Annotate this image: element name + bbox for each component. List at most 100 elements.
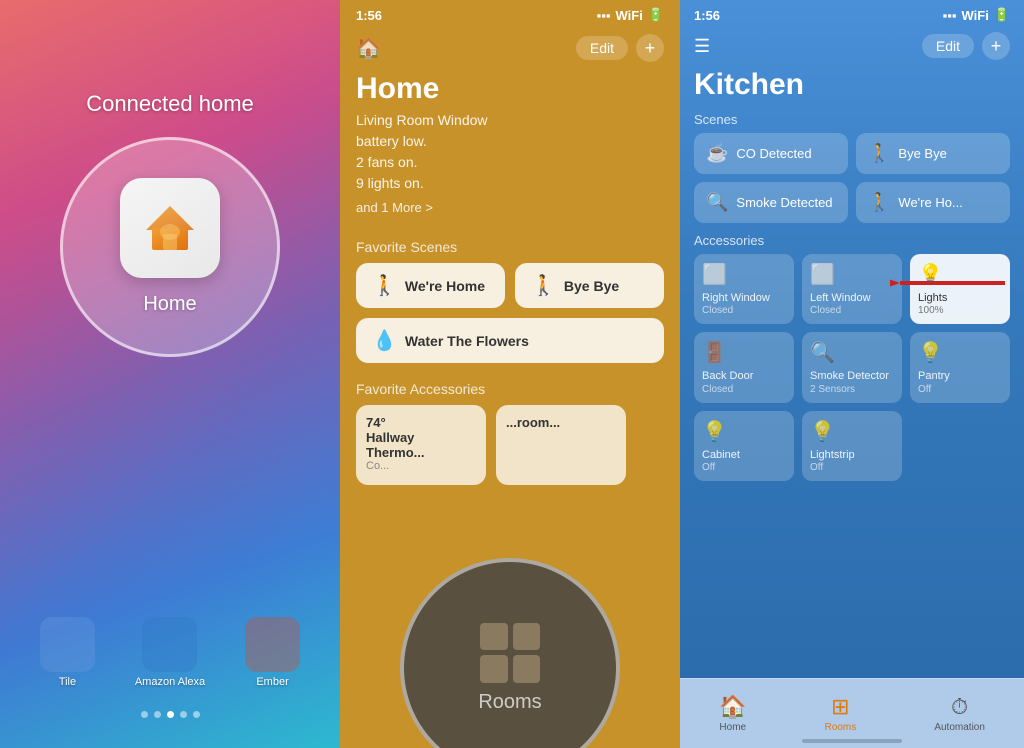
- add-button-2[interactable]: +: [636, 34, 664, 62]
- smoke-detector-sub: 2 Sensors: [810, 384, 894, 395]
- scene-water-flowers[interactable]: 💧 Water The Flowers: [356, 318, 664, 363]
- nav-rooms[interactable]: ⊞ Rooms: [825, 694, 857, 733]
- wifi-icon-3: WiFi: [961, 8, 988, 23]
- acc-smoke-detector[interactable]: 🔍 Smoke Detector 2 Sensors: [802, 332, 902, 402]
- menu-icon[interactable]: ☰: [694, 36, 710, 57]
- acc-hallway-temp: 74°: [366, 415, 476, 430]
- water-flowers-icon: 💧: [372, 328, 397, 353]
- alexa-app-icon: [142, 617, 197, 672]
- scenes-row-2: 💧 Water The Flowers: [340, 318, 680, 373]
- rooms-label: Rooms: [478, 691, 541, 714]
- scene-bye-bye[interactable]: 🚶 Bye Bye: [515, 263, 664, 308]
- pantry-icon: 💡: [918, 340, 1002, 365]
- acc-right-window[interactable]: ⬜ Right Window Closed: [694, 254, 794, 324]
- battery-icon: 🔋: [648, 7, 664, 23]
- panel-kitchen: 1:56 ▪▪▪ WiFi 🔋 ☰ Edit + Kitchen Scenes …: [680, 0, 1024, 748]
- smoke-detected-label: Smoke Detected: [736, 195, 832, 210]
- home-nav-icon: 🏠: [356, 36, 381, 61]
- acc-hallway-sub: Co...: [366, 460, 476, 472]
- lightstrip-name: Lightstrip: [810, 448, 894, 462]
- lightstrip-sub: Off: [810, 462, 894, 473]
- favorite-accessories-label: Favorite Accessories: [340, 373, 680, 405]
- left-window-name: Left Window: [810, 291, 894, 305]
- acc-hallway-name: Hallway Thermo...: [366, 430, 476, 460]
- ember-app-icon: [245, 617, 300, 672]
- signal-icon-3: ▪▪▪: [943, 8, 957, 23]
- status-bar-2: 1:56 ▪▪▪ WiFi 🔋: [340, 0, 680, 30]
- home-app-icon[interactable]: [120, 178, 220, 278]
- nav-rooms-icon: ⊞: [831, 694, 849, 720]
- cabinet-sub: Off: [702, 462, 786, 473]
- page-dots: [0, 711, 340, 718]
- acc-room-name: ...room...: [506, 415, 616, 430]
- smoke-detector-icon: 🔍: [810, 340, 894, 365]
- favorite-scenes-label: Favorite Scenes: [340, 231, 680, 263]
- add-button-3[interactable]: +: [982, 32, 1010, 60]
- pantry-name: Pantry: [918, 369, 1002, 383]
- rooms-icon-container: [480, 623, 540, 683]
- panel-iphone-home: Connected home: [0, 0, 340, 748]
- accessories-row: 74° Hallway Thermo... Co... ...room...: [340, 405, 680, 485]
- acc-lightstrip[interactable]: 💡 Lightstrip Off: [802, 411, 902, 481]
- dock-item-alexa[interactable]: Amazon Alexa: [135, 617, 205, 688]
- alexa-label: Amazon Alexa: [135, 676, 205, 688]
- scene-bye-bye-3[interactable]: 🚶 Bye Bye: [856, 133, 1010, 174]
- tile-label: Tile: [59, 676, 76, 688]
- acc-back-door[interactable]: 🚪 Back Door Closed: [694, 332, 794, 402]
- edit-button-3[interactable]: Edit: [922, 34, 974, 58]
- acc-pantry[interactable]: 💡 Pantry Off: [910, 332, 1010, 402]
- edit-button-2[interactable]: Edit: [576, 36, 628, 60]
- back-door-name: Back Door: [702, 369, 786, 383]
- connected-home-label: Connected home: [86, 91, 254, 117]
- status-icons-2: ▪▪▪ WiFi 🔋: [597, 7, 664, 23]
- home-app-header: 🏠 Edit +: [340, 30, 680, 72]
- subtitle-line1: Living Room Window: [356, 112, 488, 128]
- scene-were-home-3[interactable]: 🚶 We're Ho...: [856, 182, 1010, 223]
- acc-cabinet[interactable]: 💡 Cabinet Off: [694, 411, 794, 481]
- dock-item-ember[interactable]: Ember: [245, 617, 300, 688]
- dot-3: [167, 711, 174, 718]
- rooms-tile-1: [480, 623, 508, 651]
- wifi-icon: WiFi: [615, 8, 642, 23]
- bottom-navigation: 🏠 Home ⊞ Rooms ⏱ Automation: [680, 678, 1024, 748]
- app-dock: Tile Amazon Alexa Ember: [0, 617, 340, 688]
- nav-home[interactable]: 🏠 Home: [719, 694, 746, 733]
- smoke-detected-icon: 🔍: [706, 192, 728, 213]
- smoke-detector-name: Smoke Detector: [810, 369, 894, 383]
- nav-automation-label: Automation: [934, 722, 985, 733]
- kitchen-scenes-label: Scenes: [680, 108, 1024, 133]
- dot-5: [193, 711, 200, 718]
- water-flowers-label: Water The Flowers: [405, 333, 529, 349]
- home-screen-content: Connected home: [0, 0, 340, 449]
- home-app-label: Home: [143, 293, 196, 316]
- scene-were-home[interactable]: 🚶 We're Home: [356, 263, 505, 308]
- back-door-icon: 🚪: [702, 340, 786, 365]
- home-indicator: [802, 739, 902, 743]
- nav-automation[interactable]: ⏱ Automation: [934, 694, 985, 733]
- bye-bye-3-label: Bye Bye: [898, 146, 946, 161]
- acc-left-window[interactable]: ⬜ Left Window Closed: [802, 254, 902, 324]
- status-icons-3: ▪▪▪ WiFi 🔋: [943, 7, 1010, 23]
- red-arrow: [890, 268, 1010, 303]
- acc-card-hallway[interactable]: 74° Hallway Thermo... Co...: [356, 405, 486, 485]
- rooms-circle-overlay[interactable]: Rooms: [400, 558, 620, 748]
- scenes-row-1: 🚶 We're Home 🚶 Bye Bye: [340, 263, 680, 318]
- were-home-3-icon: 🚶: [868, 192, 890, 213]
- subtitle-line4: 9 lights on.: [356, 175, 424, 191]
- subtitle-line2: battery low.: [356, 133, 427, 149]
- dot-1: [141, 711, 148, 718]
- battery-icon-3: 🔋: [994, 7, 1010, 23]
- nav-automation-icon: ⏱: [951, 694, 968, 720]
- acc-card-room[interactable]: ...room...: [496, 405, 626, 485]
- kitchen-header-actions: Edit +: [922, 32, 1010, 60]
- bye-bye-label: Bye Bye: [564, 278, 619, 294]
- scene-smoke-detected[interactable]: 🔍 Smoke Detected: [694, 182, 848, 223]
- dock-item-tile[interactable]: Tile: [40, 617, 95, 688]
- cabinet-icon: 💡: [702, 419, 786, 444]
- dot-2: [154, 711, 161, 718]
- more-link[interactable]: and 1 More >: [340, 200, 680, 231]
- scene-co-detected[interactable]: ☕ CO Detected: [694, 133, 848, 174]
- right-window-icon: ⬜: [702, 262, 786, 287]
- nav-rooms-label: Rooms: [825, 722, 857, 733]
- left-window-sub: Closed: [810, 305, 894, 316]
